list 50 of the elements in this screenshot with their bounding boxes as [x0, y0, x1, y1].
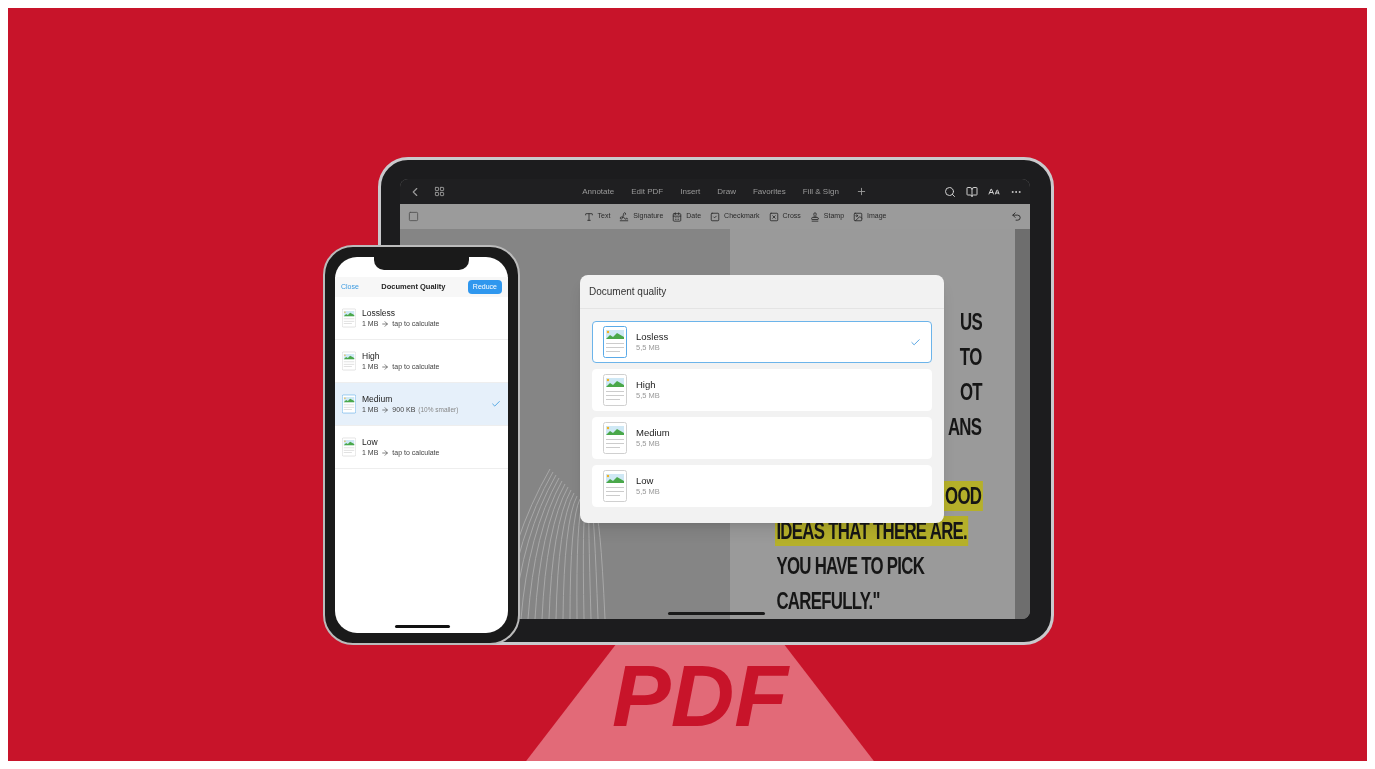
- grid-icon[interactable]: [434, 186, 445, 197]
- add-icon[interactable]: [855, 186, 867, 197]
- document-thumbnail-icon: [342, 308, 356, 328]
- dialog-title: Document quality: [589, 285, 667, 299]
- option-name: High: [362, 349, 381, 362]
- option-name: Losless: [636, 331, 670, 343]
- checkmark-tool-icon: [710, 211, 721, 222]
- menu-tab[interactable]: Fill & Sign: [802, 185, 839, 198]
- poster-line: TO: [958, 341, 983, 372]
- stamp-tool-icon: [809, 211, 820, 222]
- cross-tool-icon: [768, 211, 779, 222]
- document-thumbnail-icon: [603, 470, 627, 502]
- check-icon: [491, 399, 501, 409]
- poster-line: ANS: [947, 411, 983, 442]
- document-thumbnail-icon: [342, 351, 356, 371]
- check-icon: [910, 336, 921, 348]
- text-tool-icon: [583, 211, 594, 222]
- menu-tab[interactable]: Edit PDF: [631, 185, 664, 198]
- banner-text: PDF: [612, 648, 788, 744]
- home-indicator: [395, 625, 450, 628]
- text-size-icon[interactable]: [988, 185, 1000, 198]
- signature-tool-icon: [619, 211, 630, 222]
- document-thumbnail-icon: [342, 394, 356, 414]
- option-name: Medium: [362, 392, 394, 405]
- arrow-icon: [381, 406, 390, 414]
- date-tool-icon: [672, 211, 683, 222]
- poster-line: US: [958, 306, 983, 337]
- menu-tab[interactable]: Insert: [680, 185, 701, 198]
- poster-line: CAREFULLY.": [775, 585, 881, 616]
- arrow-icon: [381, 363, 390, 371]
- menu-tab[interactable]: Draw: [717, 185, 736, 198]
- menu-tab[interactable]: Annotate: [582, 185, 615, 198]
- poster-line: YOU HAVE TO PICK: [775, 550, 926, 581]
- document-thumbnail-icon: [603, 422, 627, 454]
- option-name: Lossless: [362, 306, 397, 319]
- image-tool-icon: [853, 211, 864, 222]
- book-icon[interactable]: [966, 185, 978, 198]
- document-thumbnail-icon: [342, 437, 356, 457]
- option-name: Low: [636, 475, 655, 487]
- arrow-icon: [381, 320, 390, 328]
- option-name: Medium: [636, 427, 671, 439]
- option-name: Low: [362, 435, 379, 448]
- document-thumbnail-icon: [603, 326, 627, 358]
- document-thumbnail-icon: [603, 374, 627, 406]
- menu-tab[interactable]: Favorites: [752, 185, 786, 198]
- poster-line: OT: [958, 376, 983, 407]
- arrow-icon: [381, 449, 390, 457]
- option-name: High: [636, 379, 657, 391]
- search-icon[interactable]: [944, 185, 956, 198]
- undo-icon[interactable]: [1011, 211, 1022, 222]
